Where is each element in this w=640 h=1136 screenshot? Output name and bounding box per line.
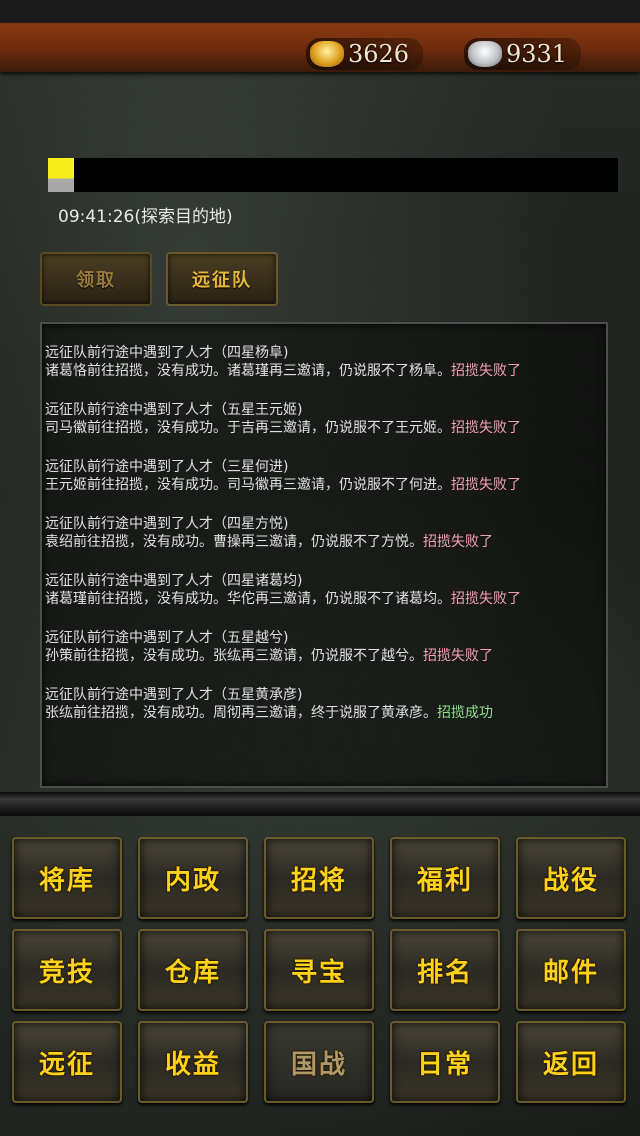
- log-entry-result: 招揽失败了: [423, 648, 493, 664]
- log-entry: 远征队前行途中遇到了人才（五星越兮) 孙策前往招揽，没有成功。张纮再三邀请，仍说服…: [45, 629, 600, 665]
- expedition-log[interactable]: 远征队前行途中遇到了人才（四星杨阜) 诸葛恪前往招揽，没有成功。诸葛瑾再三邀请，仍…: [40, 322, 608, 788]
- gold-value: 3626: [348, 40, 410, 68]
- log-entry-title: 远征队前行途中遇到了人才（四星杨阜): [45, 345, 289, 361]
- log-entry-detail: 司马徽前往招揽，没有成功。于吉再三邀请，仍说服不了王元姬。招揽失败了: [45, 419, 600, 437]
- menu-national-war-button[interactable]: 国战: [264, 1021, 374, 1103]
- log-entry-title: 远征队前行途中遇到了人才（五星黄承彦): [45, 687, 303, 703]
- menu-mail-button[interactable]: 邮件: [516, 929, 626, 1011]
- log-entry: 远征队前行途中遇到了人才（四星诸葛均) 诸葛瑾前往招揽，没有成功。华佗再三邀请，仍…: [45, 572, 600, 608]
- log-entry-text: 诸葛恪前往招揽，没有成功。诸葛瑾再三邀请，仍说服不了杨阜。: [45, 363, 451, 379]
- claim-button[interactable]: 领取: [40, 252, 152, 306]
- menu-daily-button[interactable]: 日常: [390, 1021, 500, 1103]
- log-entry-result: 招揽失败了: [451, 420, 521, 436]
- log-entry-text: 司马徽前往招揽，没有成功。于吉再三邀请，仍说服不了王元姬。: [45, 420, 451, 436]
- log-entry-title: 远征队前行途中遇到了人才（五星越兮): [45, 630, 289, 646]
- log-entry-result: 招揽失败了: [423, 534, 493, 550]
- menu-recruit-button[interactable]: 招将: [264, 837, 374, 919]
- menu-expedition-button[interactable]: 远征: [12, 1021, 122, 1103]
- log-entry-detail: 孙策前往招揽，没有成功。张纮再三邀请，仍说服不了越兮。招揽失败了: [45, 647, 600, 665]
- gold-currency: 3626: [306, 38, 424, 70]
- log-entry-text: 袁绍前往招揽，没有成功。曹操再三邀请，仍说服不了方悦。: [45, 534, 423, 550]
- log-entry-result: 招揽失败了: [451, 477, 521, 493]
- log-entry-result: 招揽失败了: [451, 363, 521, 379]
- expedition-team-button[interactable]: 远征队: [166, 252, 278, 306]
- log-entry: 远征队前行途中遇到了人才（五星黄承彦) 张纮前往招揽，没有成功。周彻再三邀请，终于…: [45, 686, 600, 722]
- log-entry: 远征队前行途中遇到了人才（三星何进) 王元姬前往招揽，没有成功。司马徽再三邀请，仍…: [45, 458, 600, 494]
- log-entry-detail: 张纮前往招揽，没有成功。周彻再三邀请，终于说服了黄承彦。招揽成功: [45, 704, 600, 722]
- log-entry-title: 远征队前行途中遇到了人才（五星王元姬): [45, 402, 303, 418]
- menu-warehouse-button[interactable]: 仓库: [138, 929, 248, 1011]
- menu-generals-button[interactable]: 将库: [12, 837, 122, 919]
- log-entry-detail: 诸葛瑾前往招揽，没有成功。华佗再三邀请，仍说服不了诸葛均。招揽失败了: [45, 590, 600, 608]
- silver-value: 9331: [506, 40, 568, 68]
- flag-icon: [48, 158, 74, 192]
- log-entry: 远征队前行途中遇到了人才（四星方悦) 袁绍前往招揽，没有成功。曹操再三邀请，仍说服…: [45, 515, 600, 551]
- log-entry-text: 张纮前往招揽，没有成功。周彻再三邀请，终于说服了黄承彦。: [45, 705, 437, 721]
- menu-back-button[interactable]: 返回: [516, 1021, 626, 1103]
- redacted-name-bar: [48, 158, 618, 192]
- log-entry-title: 远征队前行途中遇到了人才（三星何进): [45, 459, 289, 475]
- silver-currency: 9331: [464, 38, 582, 70]
- log-entry: 远征队前行途中遇到了人才（五星王元姬) 司马徽前往招揽，没有成功。于吉再三邀请，仍…: [45, 401, 600, 437]
- silver-ingot-icon: [468, 41, 502, 67]
- menu-welfare-button[interactable]: 福利: [390, 837, 500, 919]
- menu-campaign-button[interactable]: 战役: [516, 837, 626, 919]
- log-entry-text: 孙策前往招揽，没有成功。张纮再三邀请，仍说服不了越兮。: [45, 648, 423, 664]
- log-entry-result: 招揽失败了: [451, 591, 521, 607]
- divider: [0, 792, 640, 816]
- log-entry-text: 王元姬前往招揽，没有成功。司马徽再三邀请，仍说服不了何进。: [45, 477, 451, 493]
- menu-income-button[interactable]: 收益: [138, 1021, 248, 1103]
- log-entry-text: 诸葛瑾前往招揽，没有成功。华佗再三邀请，仍说服不了诸葛均。: [45, 591, 451, 607]
- log-entry-detail: 诸葛恪前往招揽，没有成功。诸葛瑾再三邀请，仍说服不了杨阜。招揽失败了: [45, 362, 600, 380]
- log-list: 远征队前行途中遇到了人才（四星杨阜) 诸葛恪前往招揽，没有成功。诸葛瑾再三邀请，仍…: [42, 324, 606, 722]
- log-entry-detail: 王元姬前往招揽，没有成功。司马徽再三邀请，仍说服不了何进。招揽失败了: [45, 476, 600, 494]
- menu-arena-button[interactable]: 竞技: [12, 929, 122, 1011]
- menu-treasure-button[interactable]: 寻宝: [264, 929, 374, 1011]
- log-entry: 远征队前行途中遇到了人才（四星杨阜) 诸葛恪前往招揽，没有成功。诸葛瑾再三邀请，仍…: [45, 344, 600, 380]
- log-entry-detail: 袁绍前往招揽，没有成功。曹操再三邀请，仍说服不了方悦。招揽失败了: [45, 533, 600, 551]
- log-entry-title: 远征队前行途中遇到了人才（四星诸葛均): [45, 573, 303, 589]
- main-menu-grid: 将库 内政 招将 福利 战役竞技 仓库 寻宝 排名 邮件远征 收益 国战 日常 返回: [12, 837, 628, 1103]
- expedition-timer: 09:41:26(探索目的地): [58, 207, 233, 227]
- gold-ingot-icon: [310, 41, 344, 67]
- log-entry-title: 远征队前行途中遇到了人才（四星方悦): [45, 516, 289, 532]
- menu-internal-button[interactable]: 内政: [138, 837, 248, 919]
- top-bar: 3626 9331: [0, 0, 640, 72]
- menu-ranking-button[interactable]: 排名: [390, 929, 500, 1011]
- log-entry-result: 招揽成功: [437, 705, 493, 721]
